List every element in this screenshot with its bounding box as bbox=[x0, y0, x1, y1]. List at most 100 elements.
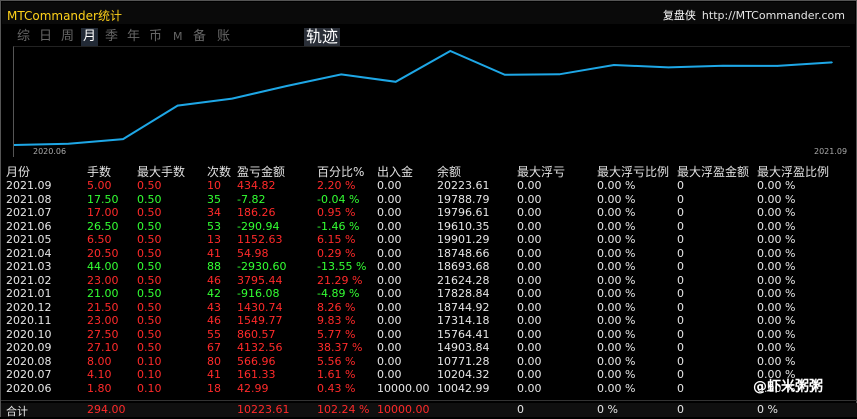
cell-count: 42 bbox=[207, 287, 221, 300]
column-header[interactable]: 最大手数 bbox=[137, 163, 185, 179]
tab-period-6[interactable]: 币 bbox=[147, 28, 164, 46]
cell-max-loss: 0.00 bbox=[517, 246, 542, 260]
column-header[interactable]: 最大浮亏比例 bbox=[597, 163, 669, 179]
cell-max-loss: 0.00 bbox=[517, 206, 542, 219]
cell-max-gain-pct: 0.00 % bbox=[757, 233, 796, 246]
tab-period-8[interactable]: 备 bbox=[191, 28, 208, 46]
column-header[interactable]: 最大浮盈金额 bbox=[677, 163, 749, 179]
cell-lots: 21.00 bbox=[87, 287, 119, 300]
cell-pnl: 1430.74 bbox=[237, 300, 283, 314]
column-header[interactable]: 出入金 bbox=[377, 163, 413, 179]
cell-max-gain-pct: 0.00 % bbox=[757, 327, 796, 341]
cell-month: 2021.05 bbox=[6, 233, 52, 246]
equity-point bbox=[776, 65, 779, 67]
table-row[interactable]: 2021.08 17.50 0.50 35 -7.82 -0.04 % 0.00 19788.… bbox=[1, 193, 857, 207]
table-row[interactable]: 2020.11 23.00 0.50 46 1549.77 9.83 % 0.00 17314… bbox=[1, 314, 857, 328]
table-row[interactable]: 2020.12 21.50 0.50 43 1430.74 8.26 % 0.00 18744… bbox=[1, 301, 857, 315]
table-row[interactable]: 2020.09 27.10 0.50 67 4132.56 38.37 % 0.00 1490… bbox=[1, 341, 857, 355]
website-link[interactable]: http://MTCommander.com bbox=[702, 9, 845, 22]
cell-max-loss: 0.00 bbox=[517, 233, 542, 246]
cell-max-gain: 0 bbox=[677, 341, 684, 354]
equity-point bbox=[285, 85, 288, 87]
tab-period-3[interactable]: 月 bbox=[81, 28, 99, 46]
cell-pct: -13.55 % bbox=[317, 260, 367, 273]
cell-month: 2021.06 bbox=[6, 219, 52, 233]
cell-pnl: 860.57 bbox=[237, 327, 276, 341]
cell-max-gain-pct: 0.00 % bbox=[757, 341, 796, 354]
total-max-gain-pct: 0 % bbox=[757, 403, 778, 416]
cell-lots: 4.10 bbox=[87, 368, 112, 381]
table-row[interactable]: 2021.02 23.00 0.50 46 3795.44 21.29 % 0.00 2162… bbox=[1, 274, 857, 288]
table-row[interactable]: 2020.06 1.80 0.10 18 42.99 0.43 % 10000.00 1004… bbox=[1, 382, 857, 396]
cell-pnl: 3795.44 bbox=[237, 273, 283, 287]
column-header[interactable]: 最大浮亏 bbox=[517, 163, 565, 179]
cell-max-loss-pct: 0.00 % bbox=[597, 206, 636, 219]
cell-max-lots: 0.50 bbox=[137, 273, 162, 287]
cell-balance: 10204.32 bbox=[437, 368, 490, 381]
table-row[interactable]: 2020.10 27.50 0.50 55 860.57 5.77 % 0.00 15764.… bbox=[1, 328, 857, 342]
cell-lots: 5.00 bbox=[87, 179, 112, 192]
column-header[interactable]: 次数 bbox=[207, 163, 231, 179]
table-row[interactable]: 2021.01 21.00 0.50 42 -916.08 -4.89 % 0.00 1782… bbox=[1, 287, 857, 301]
tab-period-7[interactable]: M bbox=[171, 28, 185, 46]
tab-period-5[interactable]: 年 bbox=[125, 28, 142, 46]
column-header[interactable]: 盈亏金额 bbox=[237, 163, 285, 179]
table-row[interactable]: 2021.04 20.50 0.50 41 54.98 0.29 % 0.00 18748.6… bbox=[1, 247, 857, 261]
column-header[interactable]: 百分比% bbox=[317, 163, 364, 179]
cell-io: 0.00 bbox=[377, 287, 402, 300]
cell-count: 80 bbox=[207, 354, 221, 368]
equity-chart bbox=[13, 46, 850, 157]
table-row[interactable]: 2021.07 17.00 0.50 34 186.26 0.95 % 0.00 19796.… bbox=[1, 206, 857, 220]
cell-max-loss: 0.00 bbox=[517, 260, 542, 273]
x-label-start: 2020.06 bbox=[33, 147, 67, 156]
cell-lots: 1.80 bbox=[87, 381, 112, 395]
cell-max-lots: 0.50 bbox=[137, 246, 162, 260]
cell-pct: 5.56 % bbox=[317, 354, 356, 368]
cell-count: 46 bbox=[207, 314, 221, 327]
cell-max-loss: 0.00 bbox=[517, 287, 542, 300]
cell-max-gain-pct: 0.00 % bbox=[757, 300, 796, 314]
cell-max-gain: 0 bbox=[677, 179, 684, 192]
cell-max-loss-pct: 0.00 % bbox=[597, 381, 636, 395]
cell-count: 18 bbox=[207, 381, 221, 395]
cell-pct: 21.29 % bbox=[317, 273, 363, 287]
table-row[interactable]: 2020.08 8.00 0.10 80 566.96 5.56 % 0.00 10771.2… bbox=[1, 355, 857, 369]
tab-period-1[interactable]: 日 bbox=[37, 28, 54, 46]
cell-max-gain-pct: 0.00 % bbox=[757, 219, 796, 233]
brand-label: 复盘侠 bbox=[662, 9, 696, 22]
column-header[interactable]: 月份 bbox=[6, 163, 30, 179]
cell-balance: 15764.41 bbox=[437, 327, 490, 341]
tab-period-2[interactable]: 周 bbox=[59, 28, 76, 46]
table-row[interactable]: 2021.09 5.00 0.50 10 434.82 2.20 % 0.00 20223.6… bbox=[1, 179, 857, 193]
table-row[interactable]: 2021.05 6.50 0.50 13 1152.63 6.15 % 0.00 19901.… bbox=[1, 233, 857, 247]
cell-max-loss: 0.00 bbox=[517, 179, 542, 192]
track-button[interactable]: 轨迹 bbox=[304, 28, 341, 46]
table-row[interactable]: 2021.03 44.00 0.50 88 -2930.60 -13.55 % 0.00 18… bbox=[1, 260, 857, 274]
column-header[interactable]: 手数 bbox=[87, 163, 111, 179]
tab-account[interactable]: 账户 bbox=[215, 28, 232, 62]
cell-month: 2021.03 bbox=[6, 260, 52, 273]
equity-chart-svg bbox=[14, 49, 833, 146]
stats-window: MTCommander统计 复盘侠 http://MTCommander.com … bbox=[0, 0, 857, 418]
cell-max-gain-pct: 0.00 % bbox=[757, 273, 796, 287]
cell-max-gain: 0 bbox=[677, 206, 684, 219]
cell-max-gain: 0 bbox=[677, 219, 684, 233]
column-header[interactable]: 余额 bbox=[437, 163, 461, 179]
cell-io: 0.00 bbox=[377, 273, 402, 287]
cell-max-loss: 0.00 bbox=[517, 381, 542, 395]
cell-pnl: -290.94 bbox=[237, 219, 280, 233]
table-row[interactable]: 2021.06 26.50 0.50 53 -290.94 -1.46 % 0.00 1961… bbox=[1, 220, 857, 234]
cell-count: 55 bbox=[207, 327, 221, 341]
cell-max-lots: 0.50 bbox=[137, 206, 162, 219]
cell-lots: 27.50 bbox=[87, 327, 119, 341]
cell-max-lots: 0.50 bbox=[137, 314, 162, 327]
cell-month: 2020.11 bbox=[6, 314, 52, 327]
tab-period-4[interactable]: 季 bbox=[103, 28, 120, 46]
cell-pct: 0.43 % bbox=[317, 381, 356, 395]
cell-max-gain: 0 bbox=[677, 368, 684, 381]
tab-period-0[interactable]: 综 bbox=[15, 28, 32, 46]
column-header[interactable]: 最大浮盈比例 bbox=[757, 163, 829, 179]
table-row[interactable]: 2020.07 4.10 0.10 41 161.33 1.61 % 0.00 10204.3… bbox=[1, 368, 857, 382]
cell-io: 0.00 bbox=[377, 300, 402, 314]
cell-max-loss-pct: 0.00 % bbox=[597, 300, 636, 314]
